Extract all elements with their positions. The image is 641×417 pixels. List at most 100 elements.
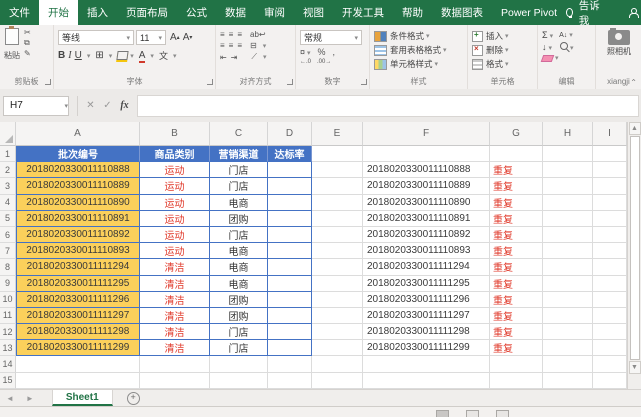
row-header-6[interactable]: 6 (0, 227, 16, 243)
cell-D11[interactable] (268, 308, 312, 324)
cell-C14[interactable] (210, 356, 268, 372)
cell-F6[interactable]: 2018020330011110892 (363, 227, 490, 243)
cell-F15[interactable] (363, 373, 490, 389)
cell-E6[interactable] (312, 227, 363, 243)
cell-G12[interactable]: 重复 (490, 324, 543, 340)
cell-C3[interactable]: 门店 (210, 178, 268, 194)
column-header-A[interactable]: A (16, 122, 140, 146)
column-header-H[interactable]: H (543, 122, 593, 146)
cell-C8[interactable]: 电商 (210, 259, 268, 275)
page-break-view-button[interactable] (496, 410, 509, 417)
cell-I13[interactable] (593, 340, 627, 356)
align-top-icon[interactable]: ≡ (220, 30, 225, 39)
cell-E9[interactable] (312, 276, 363, 292)
cell-H13[interactable] (543, 340, 593, 356)
grow-font-button[interactable]: A▴ (170, 32, 180, 43)
cell-B3[interactable]: 运动 (140, 178, 210, 194)
cell-F10[interactable]: 2018020330011111296 (363, 292, 490, 308)
ribbon-tab-4[interactable]: 公式 (177, 0, 216, 25)
ribbon-tab-2[interactable]: 插入 (78, 0, 117, 25)
cell-I10[interactable] (593, 292, 627, 308)
cell-F5[interactable]: 2018020330011110891 (363, 211, 490, 227)
cell-E1[interactable] (312, 146, 363, 162)
row-header-2[interactable]: 2 (0, 162, 16, 178)
cell-D8[interactable] (268, 259, 312, 275)
cell-H14[interactable] (543, 356, 593, 372)
percent-style-button[interactable]: % (318, 47, 326, 57)
select-all-corner[interactable] (0, 122, 16, 146)
ribbon-tab-1[interactable]: 开始 (39, 0, 78, 25)
paste-button[interactable]: 粘贴 (4, 28, 20, 76)
cell-A9[interactable]: 2018020330011111295 (16, 276, 140, 292)
cell-B13[interactable]: 清洁 (140, 340, 210, 356)
cell-I7[interactable] (593, 243, 627, 259)
ribbon-tab-11[interactable]: Power Pivot (492, 0, 566, 25)
row-header-1[interactable]: 1 (0, 146, 16, 162)
ribbon-tab-5[interactable]: 数据 (216, 0, 255, 25)
cell-I4[interactable] (593, 195, 627, 211)
sort-filter-button[interactable]: A↓▾ (559, 31, 573, 39)
cell-H11[interactable] (543, 308, 593, 324)
format-as-table-button[interactable]: 套用表格格式▾ (374, 44, 464, 56)
align-middle-icon[interactable]: ≡ (229, 30, 234, 39)
cell-B8[interactable]: 清洁 (140, 259, 210, 275)
ribbon-tab-6[interactable]: 审阅 (255, 0, 294, 25)
find-select-button[interactable]: ▾ (560, 42, 574, 52)
cell-F8[interactable]: 2018020330011111294 (363, 259, 490, 275)
bold-button[interactable]: B (58, 50, 65, 61)
cell-E7[interactable] (312, 243, 363, 259)
cell-F3[interactable]: 2018020330011110889 (363, 178, 490, 194)
cell-B9[interactable]: 清洁 (140, 276, 210, 292)
cell-I12[interactable] (593, 324, 627, 340)
cell-D7[interactable] (268, 243, 312, 259)
column-header-B[interactable]: B (140, 122, 210, 146)
cell-H4[interactable] (543, 195, 593, 211)
column-header-C[interactable]: C (210, 122, 268, 146)
cell-E15[interactable] (312, 373, 363, 389)
cell-E11[interactable] (312, 308, 363, 324)
shrink-font-button[interactable]: A▾ (183, 32, 193, 43)
cell-C1[interactable]: 营销渠道 (210, 146, 268, 162)
increase-decimal-button[interactable]: ←.0 (300, 59, 311, 65)
ribbon-tab-0[interactable]: 文件 (0, 0, 39, 25)
row-header-8[interactable]: 8 (0, 259, 16, 275)
cell-E14[interactable] (312, 356, 363, 372)
cell-B15[interactable] (140, 373, 210, 389)
cell-G13[interactable]: 重复 (490, 340, 543, 356)
format-painter-button[interactable]: ✎ (24, 49, 31, 58)
cell-D14[interactable] (268, 356, 312, 372)
cell-F11[interactable]: 2018020330011111297 (363, 308, 490, 324)
wrap-text-button[interactable]: ab↩ (250, 30, 266, 39)
cell-A12[interactable]: 2018020330011111298 (16, 324, 140, 340)
decrease-decimal-button[interactable]: .00→ (317, 59, 331, 65)
cell-F1[interactable] (363, 146, 490, 162)
conditional-formatting-button[interactable]: 条件格式▾ (374, 30, 464, 42)
cell-C12[interactable]: 门店 (210, 324, 268, 340)
cell-A6[interactable]: 2018020330011110892 (16, 227, 140, 243)
cell-I1[interactable] (593, 146, 627, 162)
cut-button[interactable]: ✂ (24, 28, 31, 37)
clipboard-dialog-launcher[interactable] (45, 79, 51, 85)
cell-D1[interactable]: 达标率 (268, 146, 312, 162)
cell-A1[interactable]: 批次编号 (16, 146, 140, 162)
cell-F2[interactable]: 2018020330011110888 (363, 162, 490, 178)
ribbon-tab-8[interactable]: 开发工具 (333, 0, 393, 25)
ribbon-tab-7[interactable]: 视图 (294, 0, 333, 25)
cell-A11[interactable]: 2018020330011111297 (16, 308, 140, 324)
cell-H2[interactable] (543, 162, 593, 178)
cell-F4[interactable]: 2018020330011110890 (363, 195, 490, 211)
cell-I3[interactable] (593, 178, 627, 194)
cell-H6[interactable] (543, 227, 593, 243)
row-header-10[interactable]: 10 (0, 292, 16, 308)
cell-A3[interactable]: 2018020330011110889 (16, 178, 140, 194)
formula-input[interactable] (137, 95, 639, 117)
row-header-3[interactable]: 3 (0, 178, 16, 194)
underline-button[interactable]: U (75, 50, 82, 61)
column-header-I[interactable]: I (593, 122, 627, 146)
cell-E5[interactable] (312, 211, 363, 227)
format-cells-button[interactable]: 格式▾ (472, 58, 534, 70)
merge-center-button[interactable]: ⊟ (250, 41, 257, 50)
font-color-button[interactable]: A (139, 50, 146, 61)
comma-style-button[interactable]: , (333, 47, 336, 57)
cell-C15[interactable] (210, 373, 268, 389)
